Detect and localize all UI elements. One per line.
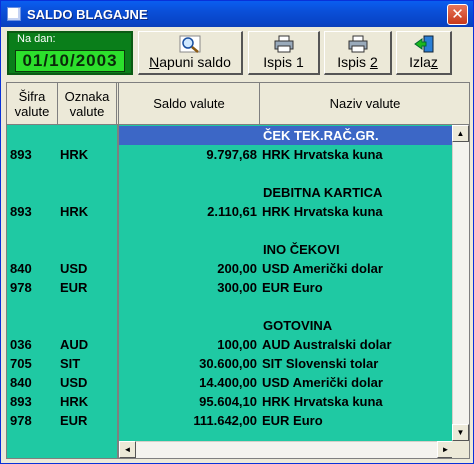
balance-cell: 2.110,61 xyxy=(207,204,257,219)
currency-name-cell: HRK Hrvatska kuna xyxy=(262,147,383,162)
currency-code-cell: 705 xyxy=(10,356,32,371)
currency-code-cell: 978 xyxy=(10,413,32,428)
title-bar[interactable]: SALDO BLAGAJNE ✕ xyxy=(1,1,473,27)
currency-symbol-cell: AUD xyxy=(60,337,89,352)
horizontal-scrollbar[interactable]: ◄ ► xyxy=(119,441,454,458)
column-header-oznaka[interactable]: Oznaka valute xyxy=(58,83,117,125)
close-icon: ✕ xyxy=(451,6,464,23)
table-row[interactable]: 978 EUR 300,00 EUR Euro xyxy=(7,278,457,297)
date-panel: Na dan: 01/10/2003 xyxy=(7,31,133,75)
window-icon xyxy=(7,7,21,21)
currency-name-cell: USD Američki dolar xyxy=(262,375,383,390)
currency-code-cell: 840 xyxy=(10,375,32,390)
scroll-left-button[interactable]: ◄ xyxy=(119,441,136,458)
balance-grid[interactable]: Šifra valute Oznaka valute Saldo valute … xyxy=(6,82,470,459)
currency-symbol-cell: EUR xyxy=(60,413,88,428)
column-header-saldo[interactable]: Saldo valute xyxy=(119,83,260,125)
table-row[interactable]: 893 HRK 95.604,10 HRK Hrvatska kuna xyxy=(7,392,457,411)
currency-name-cell: SIT Slovenski tolar xyxy=(262,356,379,371)
date-label: Na dan: xyxy=(17,33,56,45)
currency-symbol-cell: USD xyxy=(60,261,88,276)
currency-name-cell: HRK Hrvatska kuna xyxy=(262,394,383,409)
group-name: INO ČEKOVI xyxy=(263,242,340,257)
table-row[interactable]: 893 HRK 2.110,61 HRK Hrvatska kuna xyxy=(7,202,457,221)
currency-name-cell: AUD Australski dolar xyxy=(262,337,392,352)
balance-cell: 30.600,00 xyxy=(199,356,257,371)
currency-name-cell: EUR Euro xyxy=(262,413,323,428)
balance-cell: 95.604,10 xyxy=(199,394,257,409)
arrow-down-icon: ▼ xyxy=(456,428,465,437)
print-1-button[interactable]: Ispis 1 xyxy=(248,31,320,75)
toolbar: Na dan: 01/10/2003 Napuni saldo Ispis 1 xyxy=(1,27,473,79)
scroll-corner xyxy=(452,441,469,458)
currency-code-cell: 978 xyxy=(10,280,32,295)
fill-balance-label: Napuni saldo xyxy=(149,54,231,70)
table-row[interactable]: 840 USD 200,00 USD Američki dolar xyxy=(7,259,457,278)
balance-cell: 200,00 xyxy=(217,261,257,276)
group-header-row[interactable]: ČEK TEK.RAČ.GR. xyxy=(119,126,455,145)
exit-label: Izlaz xyxy=(409,54,438,70)
group-header-row[interactable]: INO ČEKOVI xyxy=(7,240,457,259)
table-row[interactable]: 705 SIT 30.600,00 SIT Slovenski tolar xyxy=(7,354,457,373)
currency-symbol-cell: USD xyxy=(60,375,88,390)
magnifier-icon xyxy=(179,35,201,53)
currency-code-cell: 893 xyxy=(10,204,32,219)
currency-symbol-cell: EUR xyxy=(60,280,88,295)
print-2-label: Ispis 2 xyxy=(337,54,378,70)
currency-code-cell: 036 xyxy=(10,337,32,352)
currency-symbol-cell: HRK xyxy=(60,204,89,219)
table-row[interactable]: 840 USD 14.400,00 USD Američki dolar xyxy=(7,373,457,392)
table-row[interactable]: 036 AUD 100,00 AUD Australski dolar xyxy=(7,335,457,354)
exit-button[interactable]: Izlaz xyxy=(396,31,452,75)
fill-balance-button[interactable]: Napuni saldo xyxy=(138,31,243,75)
print-1-label: Ispis 1 xyxy=(263,54,304,70)
currency-code-cell: 893 xyxy=(10,147,32,162)
exit-door-icon xyxy=(413,35,433,53)
table-row[interactable]: 978 EUR 111.642,00 EUR Euro xyxy=(7,411,457,430)
window-title: SALDO BLAGAJNE xyxy=(27,6,148,22)
arrow-left-icon: ◄ xyxy=(123,445,132,454)
balance-cell: 9.797,68 xyxy=(206,147,257,162)
group-name: DEBITNA KARTICA xyxy=(263,185,383,200)
currency-symbol-cell: SIT xyxy=(60,356,81,371)
currency-symbol-cell: HRK xyxy=(60,394,89,409)
vertical-scrollbar[interactable]: ▲ ▼ xyxy=(452,125,469,441)
group-name: ČEK TEK.RAČ.GR. xyxy=(263,128,379,143)
scroll-up-button[interactable]: ▲ xyxy=(452,125,469,142)
printer-icon xyxy=(274,35,293,53)
arrow-up-icon: ▲ xyxy=(456,129,465,138)
date-field[interactable]: 01/10/2003 xyxy=(15,50,125,72)
currency-name-cell: USD Američki dolar xyxy=(262,261,383,276)
row-indicator-column xyxy=(117,125,119,458)
column-header-sifra[interactable]: Šifra valute xyxy=(7,83,58,125)
group-header-row[interactable]: GOTOVINA xyxy=(7,316,457,335)
print-2-button[interactable]: Ispis 2 xyxy=(324,31,392,75)
group-name: GOTOVINA xyxy=(263,318,333,333)
arrow-right-icon: ► xyxy=(441,445,450,454)
table-row[interactable]: 893 HRK 9.797,68 HRK Hrvatska kuna xyxy=(7,145,457,164)
scroll-down-button[interactable]: ▼ xyxy=(452,424,469,441)
currency-code-cell: 893 xyxy=(10,394,32,409)
group-header-row[interactable]: DEBITNA KARTICA xyxy=(7,183,457,202)
currency-name-cell: HRK Hrvatska kuna xyxy=(262,204,383,219)
saldo-blagajne-window: SALDO BLAGAJNE ✕ Na dan: 01/10/2003 Napu… xyxy=(0,0,474,464)
close-button[interactable]: ✕ xyxy=(447,4,468,25)
balance-cell: 14.400,00 xyxy=(199,375,257,390)
printer-icon xyxy=(348,35,367,53)
currency-name-cell: EUR Euro xyxy=(262,280,323,295)
column-header-naziv[interactable]: Naziv valute xyxy=(260,83,469,125)
balance-cell: 100,00 xyxy=(217,337,257,352)
balance-cell: 300,00 xyxy=(217,280,257,295)
currency-symbol-cell: HRK xyxy=(60,147,89,162)
balance-cell: 111.642,00 xyxy=(193,413,257,428)
currency-code-cell: 840 xyxy=(10,261,32,276)
